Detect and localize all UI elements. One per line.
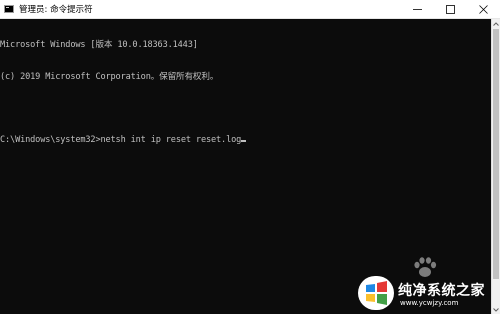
cmd-icon[interactable] xyxy=(4,5,14,13)
close-button[interactable] xyxy=(467,0,500,18)
minimize-button[interactable] xyxy=(401,0,434,18)
console-line-command: C:\Windows\system32>netsh int ip reset r… xyxy=(0,135,490,146)
command-prompt-window: 管理员: 命令提示符 Microsoft Windows [版本 10.0.18… xyxy=(0,0,500,314)
title-bar[interactable]: 管理员: 命令提示符 xyxy=(0,0,500,19)
windows-logo xyxy=(358,276,394,310)
close-icon xyxy=(479,4,488,14)
watermark-url: www.ycwjzy.com xyxy=(400,299,459,307)
text-cursor xyxy=(241,139,247,142)
scroll-up-button[interactable] xyxy=(492,19,500,28)
windows-flag-icon xyxy=(366,281,387,305)
site-watermark: 纯净系统之家 www.ycwjzy.com xyxy=(352,256,500,314)
console-line-blank xyxy=(0,103,490,114)
window-controls xyxy=(401,0,500,18)
console-line-copyright: (c) 2019 Microsoft Corporation。保留所有权利。 xyxy=(0,71,219,82)
console-line-version: Microsoft Windows [版本 10.0.18363.1443] xyxy=(0,40,198,50)
watermark-title: 纯净系统之家 xyxy=(398,283,485,299)
scroll-thumb[interactable] xyxy=(493,29,499,279)
maximize-icon xyxy=(446,4,455,14)
minimize-icon xyxy=(413,8,422,10)
command-text: C:\Windows\system32>netsh int ip reset r… xyxy=(0,134,242,145)
paw-print-icon xyxy=(414,257,437,277)
window-title: 管理员: 命令提示符 xyxy=(19,5,93,15)
chevron-up-icon xyxy=(493,21,499,26)
maximize-button[interactable] xyxy=(434,0,467,18)
